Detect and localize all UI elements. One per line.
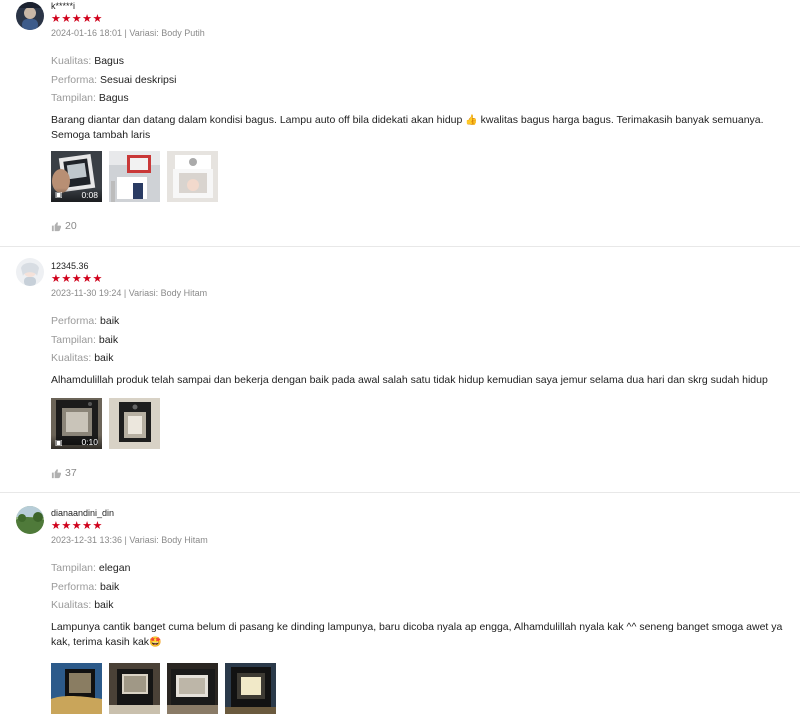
avatar[interactable] xyxy=(16,258,44,286)
attribute-label: Kualitas: xyxy=(51,599,92,611)
video-duration: 0:08 xyxy=(81,189,98,200)
attribute-row: Kualitas: baik xyxy=(51,596,800,615)
video-indicator: ▣ 0:10 xyxy=(51,435,102,449)
review-meta: 2023-11-30 19:24 | Variasi: Body Hitam xyxy=(51,288,208,298)
attribute-label: Tampilan: xyxy=(51,562,96,574)
attribute-row: Tampilan: elegan xyxy=(51,559,800,578)
attribute-row: Kualitas: Bagus xyxy=(51,52,800,71)
like-button[interactable]: 37 xyxy=(51,467,77,479)
avatar[interactable] xyxy=(16,2,44,30)
review-photo-thumbnail[interactable] xyxy=(167,150,218,202)
review-content: dianaandini_din ★★★★★ 2023-12-31 13:36 |… xyxy=(51,507,800,714)
review-media: ▣ 0:10 xyxy=(51,398,800,449)
review-text: Barang diantar dan datang dalam kondisi … xyxy=(51,113,800,144)
review-photo-thumbnail[interactable] xyxy=(167,662,218,714)
review-item: k*****i ★★★★★ 2024-01-16 18:01 | Variasi… xyxy=(0,0,800,247)
review-media xyxy=(51,662,800,714)
attribute-value: baik xyxy=(100,580,120,593)
review-video-thumbnail[interactable]: ▣ 0:08 xyxy=(51,150,102,202)
attribute-label: Kualitas: xyxy=(51,55,92,67)
attribute-row: Performa: Sesuai deskripsi xyxy=(51,71,800,90)
attribute-value: baik xyxy=(94,352,114,364)
attribute-value: elegan xyxy=(98,562,131,574)
attribute-value: baik xyxy=(98,333,119,346)
star-struck-emoji: 🤩 xyxy=(149,637,162,648)
review-photo-thumbnail[interactable] xyxy=(225,662,276,714)
review-content: k*****i ★★★★★ 2024-01-16 18:01 | Variasi… xyxy=(51,0,800,202)
attribute-value: Bagus xyxy=(94,55,124,67)
review-attributes: Tampilan: elegan Performa: baik Kualitas… xyxy=(51,559,800,615)
username[interactable]: dianaandini_din xyxy=(51,507,800,519)
thumbs-up-emoji: 👍 xyxy=(465,114,478,126)
video-camera-icon: ▣ xyxy=(55,190,63,199)
username[interactable]: k*****i xyxy=(51,0,800,12)
username[interactable]: 12345.36 xyxy=(51,260,800,272)
like-count: 20 xyxy=(65,220,77,232)
attribute-label: Performa: xyxy=(51,580,98,593)
attribute-row: Tampilan: Bagus xyxy=(51,89,800,108)
star-rating: ★★★★★ xyxy=(51,273,103,285)
attribute-row: Kualitas: baik xyxy=(51,349,800,368)
video-indicator: ▣ 0:08 xyxy=(51,187,102,202)
review-item: 12345.36 ★★★★★ 2023-11-30 19:24 | Varias… xyxy=(0,247,800,493)
like-count: 37 xyxy=(65,467,77,479)
review-photo-thumbnail[interactable] xyxy=(109,662,160,714)
attribute-label: Performa: xyxy=(51,73,98,86)
review-media: ▣ 0:08 xyxy=(51,150,800,202)
review-video-thumbnail[interactable]: ▣ 0:10 xyxy=(51,398,102,449)
review-text: Lampunya cantik banget cuma belum di pas… xyxy=(51,620,800,651)
review-photo-thumbnail[interactable] xyxy=(109,398,160,449)
attribute-label: Tampilan: xyxy=(51,92,96,104)
attribute-value: baik xyxy=(94,599,114,611)
attribute-value: Sesuai deskripsi xyxy=(100,73,177,86)
review-text-part: Barang diantar dan datang dalam kondisi … xyxy=(51,113,463,126)
attribute-label: Kualitas: xyxy=(51,352,92,364)
star-rating: ★★★★★ xyxy=(51,520,103,532)
review-text: Alhamdulillah produk telah sampai dan be… xyxy=(51,373,768,386)
review-photo-thumbnail[interactable] xyxy=(109,150,160,202)
attribute-label: Tampilan: xyxy=(51,333,96,346)
review-meta: 2024-01-16 18:01 | Variasi: Body Putih xyxy=(51,28,205,38)
review-attributes: Performa: baik Tampilan: baik Kualitas: … xyxy=(51,312,800,368)
review-photo-thumbnail[interactable] xyxy=(51,662,102,714)
attribute-row: Performa: baik xyxy=(51,312,800,331)
attribute-value: baik xyxy=(100,315,120,327)
like-button[interactable]: 20 xyxy=(51,220,77,232)
attribute-row: Tampilan: baik xyxy=(51,331,800,350)
video-duration: 0:10 xyxy=(81,437,98,447)
star-rating: ★★★★★ xyxy=(51,13,103,25)
attribute-label: Performa: xyxy=(51,315,98,327)
attribute-row: Performa: baik xyxy=(51,578,800,597)
thumbs-up-icon xyxy=(51,221,62,231)
avatar[interactable] xyxy=(16,506,44,534)
review-meta: 2023-12-31 13:36 | Variasi: Body Hitam xyxy=(51,535,208,545)
review-attributes: Kualitas: Bagus Performa: Sesuai deskrip… xyxy=(51,52,800,108)
thumbs-up-icon xyxy=(51,468,62,478)
attribute-value: Bagus xyxy=(98,92,129,104)
review-item: dianaandini_din ★★★★★ 2023-12-31 13:36 |… xyxy=(0,493,800,714)
video-camera-icon: ▣ xyxy=(55,437,63,447)
review-content: 12345.36 ★★★★★ 2023-11-30 19:24 | Varias… xyxy=(51,260,800,449)
